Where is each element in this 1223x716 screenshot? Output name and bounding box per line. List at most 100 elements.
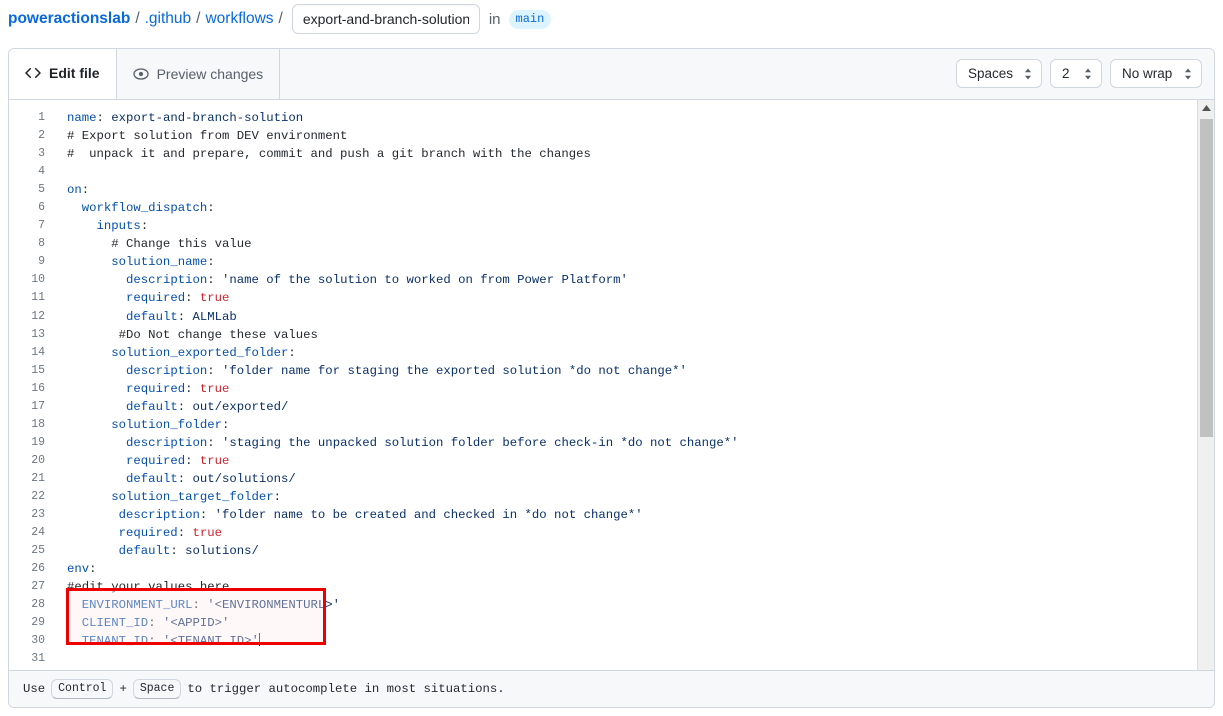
code-line-content[interactable]: default: out/solutions/ [55,470,1197,488]
code-line-content[interactable]: # Change this value [55,235,1197,253]
code-line-content[interactable]: # unpack it and prepare, commit and push… [55,145,1197,163]
code-line: 9 solution_name: [9,253,1197,271]
line-number: 23 [9,506,55,524]
line-number: 27 [9,578,55,596]
line-number: 5 [9,181,55,199]
code-line-content[interactable]: solution_exported_folder: [55,344,1197,362]
line-number: 20 [9,452,55,470]
code-line: 17 default: out/exported/ [9,398,1197,416]
line-number: 19 [9,434,55,452]
code-line-content[interactable]: required: true [55,452,1197,470]
line-number: 11 [9,289,55,307]
indent-mode-select[interactable]: Spaces [956,59,1042,88]
chevron-updown-icon [1023,66,1033,82]
code-line-content[interactable]: solution_folder: [55,416,1197,434]
line-number: 31 [9,650,55,668]
code-line-content[interactable] [55,163,1197,181]
code-line-content[interactable]: description: 'folder name for staging th… [55,362,1197,380]
line-number: 1 [9,100,55,127]
breadcrumb-separator-3: / [279,10,283,28]
line-number: 28 [9,596,55,614]
code-line-content[interactable]: required: true [55,380,1197,398]
tab-edit-file-label: Edit file [49,65,100,81]
code-line-content[interactable]: required: true [55,289,1197,307]
line-number: 24 [9,524,55,542]
code-line: 6 workflow_dispatch: [9,199,1197,217]
code-line-content[interactable]: ENVIRONMENT_URL: '<ENVIRONMENTURL>' [55,596,1197,614]
code-line: 16 required: true [9,380,1197,398]
code-line-content[interactable]: name: export-and-branch-solution [55,100,1197,127]
code-line-content[interactable]: on: [55,181,1197,199]
line-number: 14 [9,344,55,362]
code-line-content[interactable] [55,650,1197,668]
code-scroll-region[interactable]: 1name: export-and-branch-solution2# Expo… [9,100,1197,685]
breadcrumb: poweractionslab / .github / workflows / … [0,0,1223,38]
tab-preview-changes[interactable]: Preview changes [117,48,281,99]
code-line: 13 #Do Not change these values [9,326,1197,344]
code-line-content[interactable]: default: out/exported/ [55,398,1197,416]
line-number: 22 [9,488,55,506]
line-number: 9 [9,253,55,271]
scroll-up-arrow-icon[interactable] [1198,100,1214,117]
code-line: 1name: export-and-branch-solution [9,100,1197,127]
code-line-content[interactable]: #edit your values here [55,578,1197,596]
breadcrumb-separator-1: / [135,10,139,28]
tab-edit-file[interactable]: Edit file [9,48,117,99]
line-number: 8 [9,235,55,253]
scrollbar-thumb[interactable] [1200,119,1213,437]
code-line: 28 ENVIRONMENT_URL: '<ENVIRONMENTURL>' [9,596,1197,614]
indent-size-select[interactable]: 2 [1050,59,1102,88]
code-line: 18 solution_folder: [9,416,1197,434]
code-line: 3# unpack it and prepare, commit and pus… [9,145,1197,163]
code-line: 11 required: true [9,289,1197,307]
code-line: 23 description: 'folder name to be creat… [9,506,1197,524]
vertical-scrollbar[interactable] [1197,100,1214,685]
line-number: 2 [9,127,55,145]
code-line-content[interactable]: description: 'staging the unpacked solut… [55,434,1197,452]
code-line-content[interactable]: TENANT_ID: '<TENANT ID>' [55,632,1197,650]
code-line-content[interactable]: #Do Not change these values [55,326,1197,344]
code-editor-area[interactable]: 1name: export-and-branch-solution2# Expo… [9,100,1214,685]
code-line: 5on: [9,181,1197,199]
code-line: 30 TENANT_ID: '<TENANT ID>' [9,632,1197,650]
branch-badge: main [509,10,552,29]
code-line: 31 [9,650,1197,668]
code-lines-table: 1name: export-and-branch-solution2# Expo… [9,100,1197,685]
code-line-content[interactable]: default: solutions/ [55,542,1197,560]
line-number: 15 [9,362,55,380]
breadcrumb-folder-workflows-link[interactable]: workflows [205,10,273,28]
indent-mode-value: Spaces [968,66,1013,81]
code-line-content[interactable]: default: ALMLab [55,308,1197,326]
line-number: 26 [9,560,55,578]
code-line-content[interactable]: inputs: [55,217,1197,235]
hint-suffix: to trigger autocomplete in most situatio… [187,682,504,696]
code-line: 25 default: solutions/ [9,542,1197,560]
code-line-content[interactable]: env: [55,560,1197,578]
text-cursor [259,633,260,646]
breadcrumb-owner-link[interactable]: poweractionslab [8,10,130,28]
hint-plus: + [119,682,126,696]
code-line-content[interactable]: solution_target_folder: [55,488,1197,506]
code-line-content[interactable]: required: true [55,524,1197,542]
eye-icon [133,66,149,82]
code-line: 27#edit your values here [9,578,1197,596]
breadcrumb-in-label: in [489,11,501,28]
code-line-content[interactable]: CLIENT_ID: '<APPID>' [55,614,1197,632]
code-line: 10 description: 'name of the solution to… [9,271,1197,289]
line-number: 13 [9,326,55,344]
code-line: 19 description: 'staging the unpacked so… [9,434,1197,452]
line-number: 17 [9,398,55,416]
code-line: 7 inputs: [9,217,1197,235]
code-line-content[interactable]: workflow_dispatch: [55,199,1197,217]
code-line-content[interactable]: solution_name: [55,253,1197,271]
code-line-content[interactable]: description: 'name of the solution to wo… [55,271,1197,289]
code-line-content[interactable]: # Export solution from DEV environment [55,127,1197,145]
github-edit-file-page: poweractionslab / .github / workflows / … [0,0,1223,716]
line-number: 4 [9,163,55,181]
code-line-content[interactable]: description: 'folder name to be created … [55,506,1197,524]
filename-input[interactable] [292,4,480,34]
wrap-mode-select[interactable]: No wrap [1110,59,1202,88]
line-number: 10 [9,271,55,289]
breadcrumb-folder-github-link[interactable]: .github [145,10,192,28]
editor-toolbar: Edit file Preview changes Spaces [9,49,1214,100]
